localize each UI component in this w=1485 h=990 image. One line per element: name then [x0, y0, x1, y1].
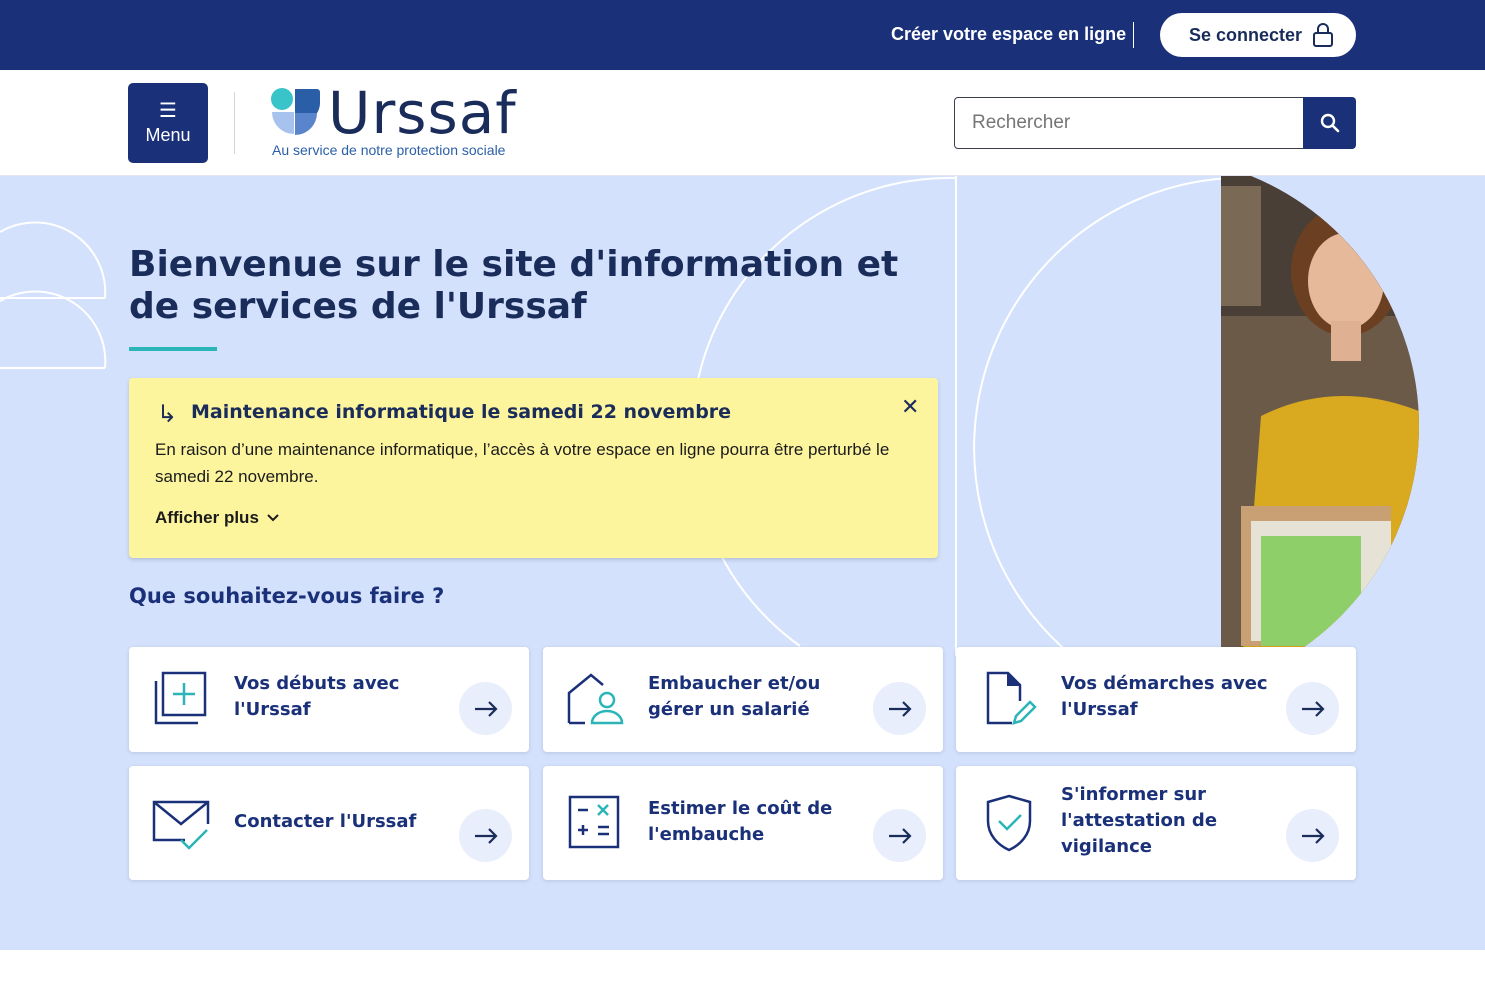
- card-label: S'informer sur l'attestation de vigilanc…: [1061, 784, 1218, 857]
- hamburger-icon: ☰: [159, 99, 177, 122]
- logo-wordmark: Urssaf: [328, 79, 517, 147]
- mail-check-icon: [152, 800, 210, 850]
- calculator-icon: [568, 795, 620, 849]
- create-account-link[interactable]: Créer votre espace en ligne: [891, 24, 1126, 45]
- logo-mark-icon: [271, 88, 320, 135]
- menu-button[interactable]: ☰ Menu: [128, 83, 208, 163]
- woman-photo-image: [1221, 176, 1420, 676]
- card-label: Vos démarches avec l'Urssaf: [1061, 673, 1268, 720]
- show-more-label: Afficher plus: [155, 508, 259, 527]
- arrow-right-icon: [459, 809, 512, 862]
- arrow-right-icon: [873, 682, 926, 735]
- card-embaucher[interactable]: Embaucher et/ou gérer un salarié: [543, 647, 943, 752]
- card-label: Embaucher et/ou gérer un salarié: [648, 673, 821, 720]
- card-label: Estimer le coût de l'embauche: [648, 798, 833, 845]
- alert-body: En raison d’une maintenance informatique…: [155, 440, 890, 486]
- add-document-icon: [154, 671, 207, 725]
- hero-photo: [1221, 176, 1485, 676]
- lock-icon: [1313, 23, 1334, 47]
- title-underline: [129, 347, 217, 351]
- section-heading: Que souhaitez-vous faire ?: [129, 584, 445, 608]
- card-vos-debuts[interactable]: Vos débuts avec l'Urssaf: [129, 647, 529, 752]
- site-header: ☰ Menu Urssaf Au service de notre protec…: [0, 70, 1485, 176]
- card-estimer[interactable]: Estimer le coût de l'embauche: [543, 766, 943, 880]
- card-label: Vos débuts avec l'Urssaf: [234, 673, 400, 720]
- login-label: Se connecter: [1189, 24, 1303, 45]
- card-label: Contacter l'Urssaf: [234, 811, 417, 832]
- arrow-right-icon: [1286, 682, 1339, 735]
- menu-label: Menu: [145, 124, 191, 145]
- page-footer-edge: [0, 950, 1485, 990]
- page-title: Bienvenue sur le site d'information et d…: [129, 244, 899, 327]
- topbar-divider: [1133, 22, 1134, 48]
- chevron-down-icon: [267, 514, 279, 522]
- urssaf-logo[interactable]: Urssaf Au service de notre protection so…: [270, 79, 530, 160]
- house-person-icon: [567, 673, 624, 725]
- arrow-right-icon: [459, 682, 512, 735]
- card-vos-demarches[interactable]: Vos démarches avec l'Urssaf: [956, 647, 1356, 752]
- search-icon: [1320, 113, 1339, 133]
- hero-section: Bienvenue sur le site d'information et d…: [0, 176, 1485, 950]
- search-input[interactable]: [954, 97, 1304, 149]
- return-arrow-icon: ↳: [157, 401, 178, 428]
- header-divider: [234, 92, 235, 154]
- maintenance-alert: ↳ Maintenance informatique le samedi 22 …: [129, 378, 938, 558]
- search-bar: [954, 97, 1356, 149]
- shield-check-icon: [986, 794, 1032, 852]
- arrow-right-icon: [1286, 809, 1339, 862]
- arrow-right-icon: [873, 809, 926, 862]
- login-button[interactable]: Se connecter: [1160, 13, 1356, 57]
- card-attestation-vigilance[interactable]: S'informer sur l'attestation de vigilanc…: [956, 766, 1356, 880]
- show-more-button[interactable]: Afficher plus: [155, 508, 279, 528]
- close-icon[interactable]: ✕: [901, 394, 919, 420]
- logo-tagline: Au service de notre protection sociale: [272, 142, 506, 158]
- document-edit-icon: [986, 671, 1037, 725]
- card-contacter[interactable]: Contacter l'Urssaf: [129, 766, 529, 880]
- top-bar: Créer votre espace en ligne Se connecter: [0, 0, 1485, 70]
- alert-title: Maintenance informatique le samedi 22 no…: [191, 401, 732, 423]
- search-button[interactable]: [1303, 97, 1356, 149]
